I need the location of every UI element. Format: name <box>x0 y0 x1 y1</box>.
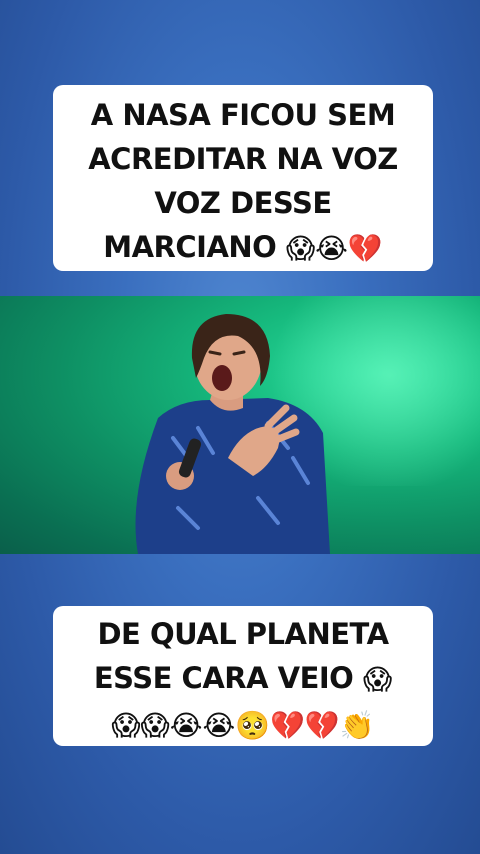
crying-face-icon: 😭 <box>315 232 348 265</box>
video-frame[interactable] <box>0 296 480 554</box>
screaming-face-icon: 😱 <box>362 663 393 696</box>
top-caption-line-3: VOZ DESSE <box>154 186 332 220</box>
crying-face-icon: 😭 <box>202 709 236 742</box>
screaming-face-icon: 😱 <box>285 232 316 265</box>
clapping-hands-icon: 👏 <box>339 709 375 742</box>
singer-performing-icon <box>135 314 330 554</box>
crying-face-icon: 😭 <box>169 709 203 742</box>
bottom-caption-line-2: ESSE CARA VEIO 😱 <box>53 656 433 702</box>
broken-heart-icon: 💔 <box>304 709 340 742</box>
top-caption-line-4-text: MARCIANO <box>103 230 277 264</box>
top-caption-line-1: A NASA FICOU SEM <box>90 98 396 132</box>
bottom-caption-card: DE QUAL PLANETA ESSE CARA VEIO 😱 😱😱😭😭🥺💔💔… <box>53 606 433 746</box>
top-caption-line-4: MARCIANO 😱😭💔 <box>53 225 433 271</box>
broken-heart-icon: 💔 <box>347 232 383 265</box>
screaming-face-icon: 😱 <box>140 709 170 742</box>
screaming-face-icon: 😱 <box>111 709 141 742</box>
bottom-caption-line-2-text: ESSE CARA VEIO <box>93 661 354 695</box>
bottom-caption-line-1: DE QUAL PLANETA <box>97 617 389 651</box>
pleading-face-icon: 🥺 <box>235 709 271 742</box>
bottom-caption-emoji-row: 😱😱😭😭🥺💔💔👏 <box>53 702 433 748</box>
top-caption-card: A NASA FICOU SEM ACREDITAR NA VOZ VOZ DE… <box>53 85 433 271</box>
broken-heart-icon: 💔 <box>270 709 305 742</box>
top-caption-line-2: ACREDITAR NA VOZ <box>88 142 398 176</box>
